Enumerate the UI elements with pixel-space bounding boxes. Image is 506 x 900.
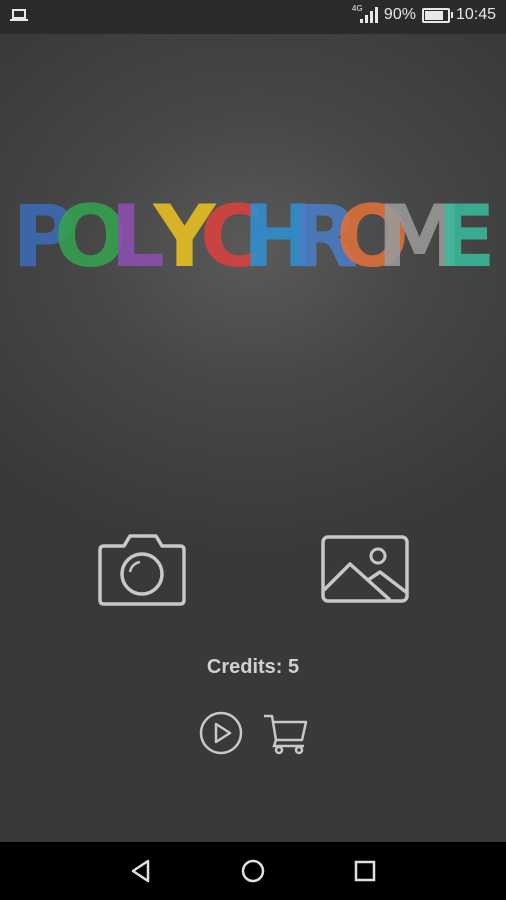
credits-label: Credits: 5 [206, 656, 300, 678]
laptop-icon [10, 9, 28, 28]
network-type: 4G [351, 4, 363, 13]
home-icon [241, 859, 265, 883]
image-icon [321, 535, 409, 603]
status-icons: 4G 90% 10:45 [352, 4, 496, 24]
logo-letter: E [437, 188, 490, 278]
gallery-button[interactable] [320, 534, 412, 606]
logo-graphic: POLYCHROME [12, 187, 496, 287]
shop-button[interactable] [262, 712, 310, 756]
signal-icon: 4G [352, 4, 378, 23]
status-bar: 4G 90% 10:45 [0, 0, 506, 34]
app-screen: 4G 90% 10:45 POLYCHROME Credits: 5 [0, 0, 506, 900]
camera-button[interactable] [96, 532, 188, 608]
battery-percent: 90% [383, 6, 416, 23]
home-button[interactable] [238, 856, 268, 886]
polychrome-logo: POLYCHROME [12, 187, 496, 287]
clock: 10:45 [455, 6, 496, 23]
back-icon [131, 859, 150, 883]
watch-ad-button[interactable] [198, 710, 244, 756]
battery-icon [421, 7, 453, 23]
recent-apps-icon [354, 860, 376, 882]
play-circle-icon [199, 711, 243, 755]
back-button[interactable] [126, 856, 156, 886]
recent-apps-button[interactable] [350, 856, 380, 886]
cart-icon [264, 714, 308, 755]
camera-icon [98, 534, 186, 606]
navigation-bar [0, 842, 506, 900]
